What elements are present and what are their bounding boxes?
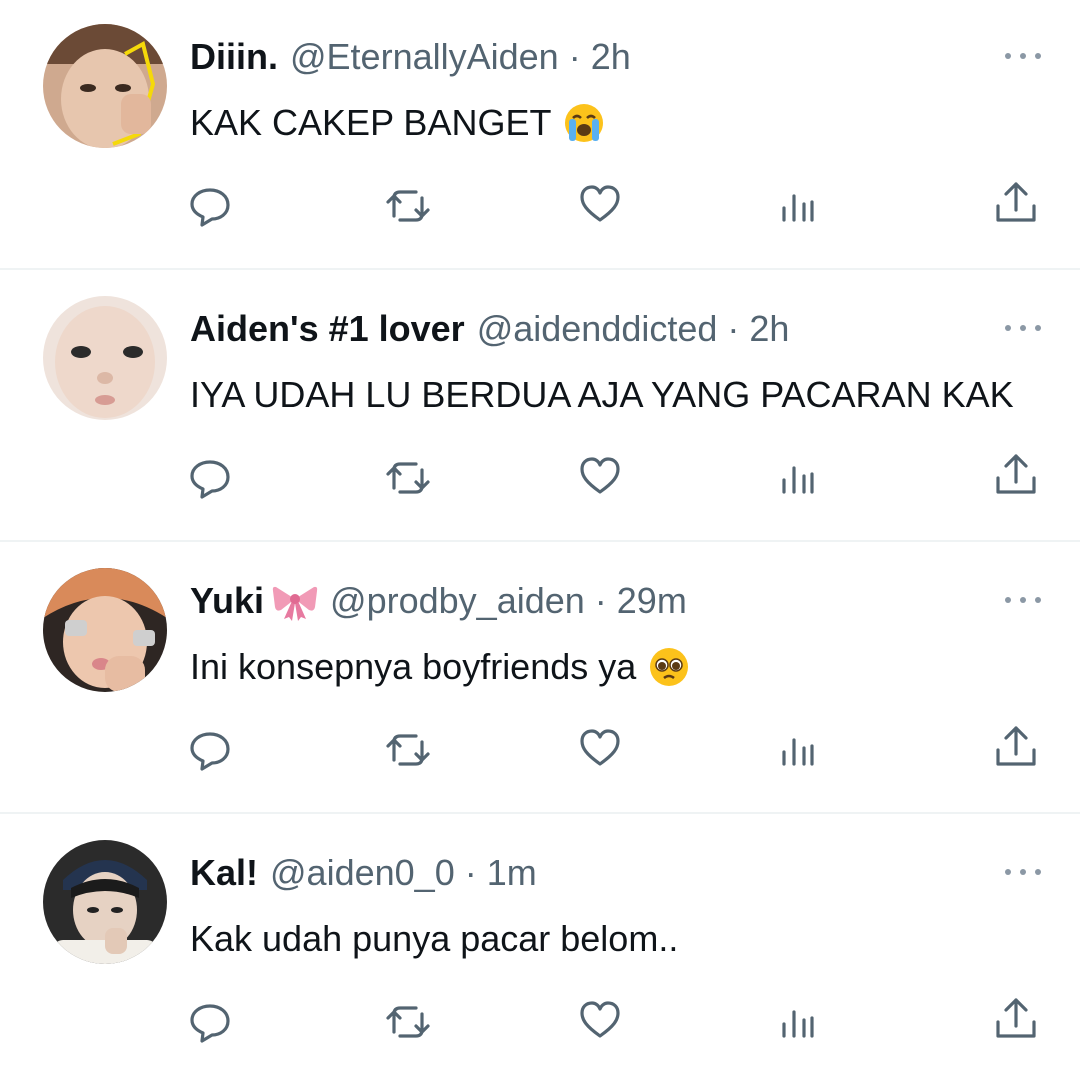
- ribbon-icon: [272, 586, 318, 621]
- dot-separator: ·: [558, 36, 591, 77]
- display-name[interactable]: Aiden's #1 lover: [190, 308, 465, 350]
- handle-time: @EternallyAiden · 2h: [290, 36, 631, 78]
- reply-icon[interactable]: [186, 998, 234, 1046]
- tweet-header: Aiden's #1 lover @aidenddicted · 2h: [190, 306, 789, 352]
- handle-time: @aiden0_0 · 1m: [270, 852, 537, 894]
- tweet-text-content: Ini konsepnya boyfriends ya: [190, 646, 637, 687]
- like-icon[interactable]: [576, 180, 624, 228]
- handle[interactable]: @aiden0_0: [270, 852, 455, 893]
- reply-icon[interactable]: [186, 726, 234, 774]
- display-name[interactable]: Kal!: [190, 852, 258, 894]
- dot-separator: ·: [717, 308, 750, 349]
- share-icon[interactable]: [992, 178, 1040, 226]
- tweet-actions: [0, 158, 1080, 238]
- tweet-text-content: IYA UDAH LU BERDUA AJA YANG PACARAN KAK: [190, 374, 1014, 415]
- share-icon[interactable]: [992, 722, 1040, 770]
- reply-icon[interactable]: [186, 182, 234, 230]
- more-icon[interactable]: [1005, 860, 1041, 884]
- dot-separator: ·: [454, 852, 487, 893]
- views-icon[interactable]: [774, 454, 822, 502]
- dot-separator: ·: [584, 580, 617, 621]
- retweet-icon[interactable]: [384, 726, 432, 774]
- tweet-text: Kak udah punya pacar belom..: [190, 918, 678, 960]
- tweet[interactable]: Diiin. @EternallyAiden · 2h KAK CAKEP BA…: [0, 0, 1080, 270]
- retweet-icon[interactable]: [384, 182, 432, 230]
- timestamp[interactable]: 29m: [617, 580, 687, 621]
- avatar-image: [43, 568, 167, 692]
- avatar-image: [43, 296, 167, 420]
- views-icon[interactable]: [774, 998, 822, 1046]
- tweet-text: KAK CAKEP BANGET: [190, 102, 605, 144]
- display-name[interactable]: Yuki: [190, 580, 264, 622]
- reply-icon[interactable]: [186, 454, 234, 502]
- tweet-text: IYA UDAH LU BERDUA AJA YANG PACARAN KAK: [190, 374, 1014, 416]
- tweet-header: Diiin. @EternallyAiden · 2h: [190, 34, 631, 80]
- handle[interactable]: @EternallyAiden: [290, 36, 559, 77]
- avatar[interactable]: [43, 840, 167, 964]
- handle[interactable]: @prodby_aiden: [330, 580, 585, 621]
- pleading-face-emoji-icon: [650, 648, 689, 686]
- tweet-text: Ini konsepnya boyfriends ya: [190, 646, 690, 688]
- like-icon[interactable]: [576, 452, 624, 500]
- like-icon[interactable]: [576, 724, 624, 772]
- views-icon[interactable]: [774, 726, 822, 774]
- more-icon[interactable]: [1005, 316, 1041, 340]
- tweet[interactable]: Yuki @prodby_aiden · 29m Ini konsepnya b…: [0, 544, 1080, 814]
- tweet-header: Yuki @prodby_aiden · 29m: [190, 578, 687, 624]
- more-icon[interactable]: [1005, 588, 1041, 612]
- timestamp[interactable]: 2h: [749, 308, 789, 349]
- avatar-image: [43, 24, 167, 148]
- handle-time: @aidenddicted · 2h: [477, 308, 790, 350]
- more-icon[interactable]: [1005, 44, 1041, 68]
- retweet-icon[interactable]: [384, 998, 432, 1046]
- handle-time: @prodby_aiden · 29m: [330, 580, 687, 622]
- views-icon[interactable]: [774, 182, 822, 230]
- timestamp[interactable]: 1m: [487, 852, 537, 893]
- tweet[interactable]: Kal! @aiden0_0 · 1m Kak udah punya pacar…: [0, 816, 1080, 1086]
- share-icon[interactable]: [992, 994, 1040, 1042]
- tweet-text-content: KAK CAKEP BANGET: [190, 102, 552, 143]
- retweet-icon[interactable]: [384, 454, 432, 502]
- tweet-actions: [0, 702, 1080, 782]
- tweet-text-content: Kak udah punya pacar belom..: [190, 918, 679, 959]
- like-icon[interactable]: [576, 996, 624, 1044]
- tweet-actions: [0, 430, 1080, 510]
- avatar[interactable]: [43, 296, 167, 420]
- display-name[interactable]: Diiin.: [190, 36, 278, 78]
- avatar[interactable]: [43, 568, 167, 692]
- tweet-actions: [0, 974, 1080, 1054]
- avatar-image: [43, 840, 167, 964]
- timestamp[interactable]: 2h: [591, 36, 631, 77]
- avatar[interactable]: [43, 24, 167, 148]
- handle[interactable]: @aidenddicted: [477, 308, 718, 349]
- tweet[interactable]: Aiden's #1 lover @aidenddicted · 2h IYA …: [0, 272, 1080, 542]
- tweet-header: Kal! @aiden0_0 · 1m: [190, 850, 537, 896]
- loudly-crying-face-emoji-icon: [565, 104, 604, 142]
- share-icon[interactable]: [992, 450, 1040, 498]
